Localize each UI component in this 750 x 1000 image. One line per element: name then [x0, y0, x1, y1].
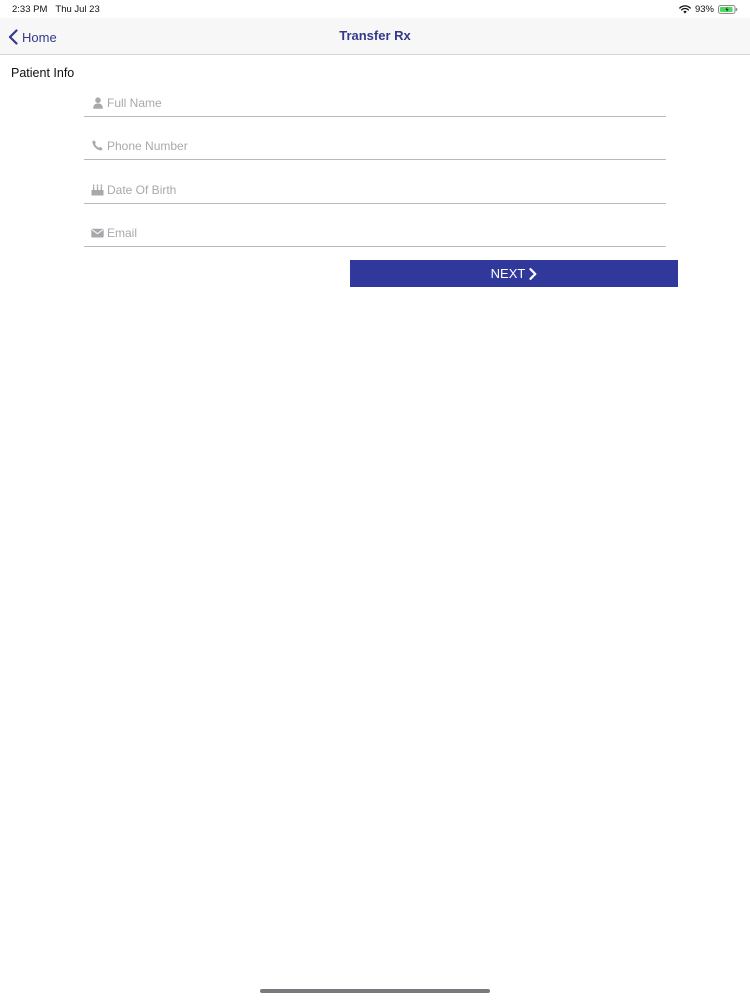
page-title: Transfer Rx: [339, 28, 411, 43]
status-time: 2:33 PM: [12, 4, 48, 15]
navigation-bar: Home Transfer Rx: [0, 18, 750, 55]
home-indicator: [260, 989, 490, 993]
status-left: 2:33 PM Thu Jul 23: [12, 4, 100, 15]
wifi-icon: [679, 5, 691, 14]
date-of-birth-input[interactable]: [107, 179, 666, 200]
email-input[interactable]: [107, 222, 666, 243]
user-icon: [91, 96, 104, 109]
status-right: 93%: [679, 4, 738, 15]
status-date: Thu Jul 23: [55, 4, 100, 15]
next-button[interactable]: NEXT: [350, 260, 678, 287]
phone-icon: [91, 139, 104, 152]
battery-percent: 93%: [694, 4, 714, 15]
email-field[interactable]: [84, 217, 666, 247]
birthday-cake-icon: [91, 183, 104, 196]
phone-number-field[interactable]: [84, 130, 666, 160]
next-button-label: NEXT: [490, 266, 526, 281]
phone-number-input[interactable]: [107, 135, 666, 156]
status-bar: 2:33 PM Thu Jul 23 93%: [0, 0, 750, 18]
envelope-icon: [91, 226, 104, 239]
chevron-right-icon: [529, 267, 537, 280]
full-name-field[interactable]: [84, 87, 666, 117]
full-name-input[interactable]: [107, 92, 666, 113]
transfer-rx-screen: 2:33 PM Thu Jul 23 93% Home Transfer Rx …: [0, 0, 750, 1000]
date-of-birth-field[interactable]: [84, 174, 666, 204]
battery-icon: [718, 5, 738, 14]
section-title: Patient Info: [11, 66, 75, 80]
